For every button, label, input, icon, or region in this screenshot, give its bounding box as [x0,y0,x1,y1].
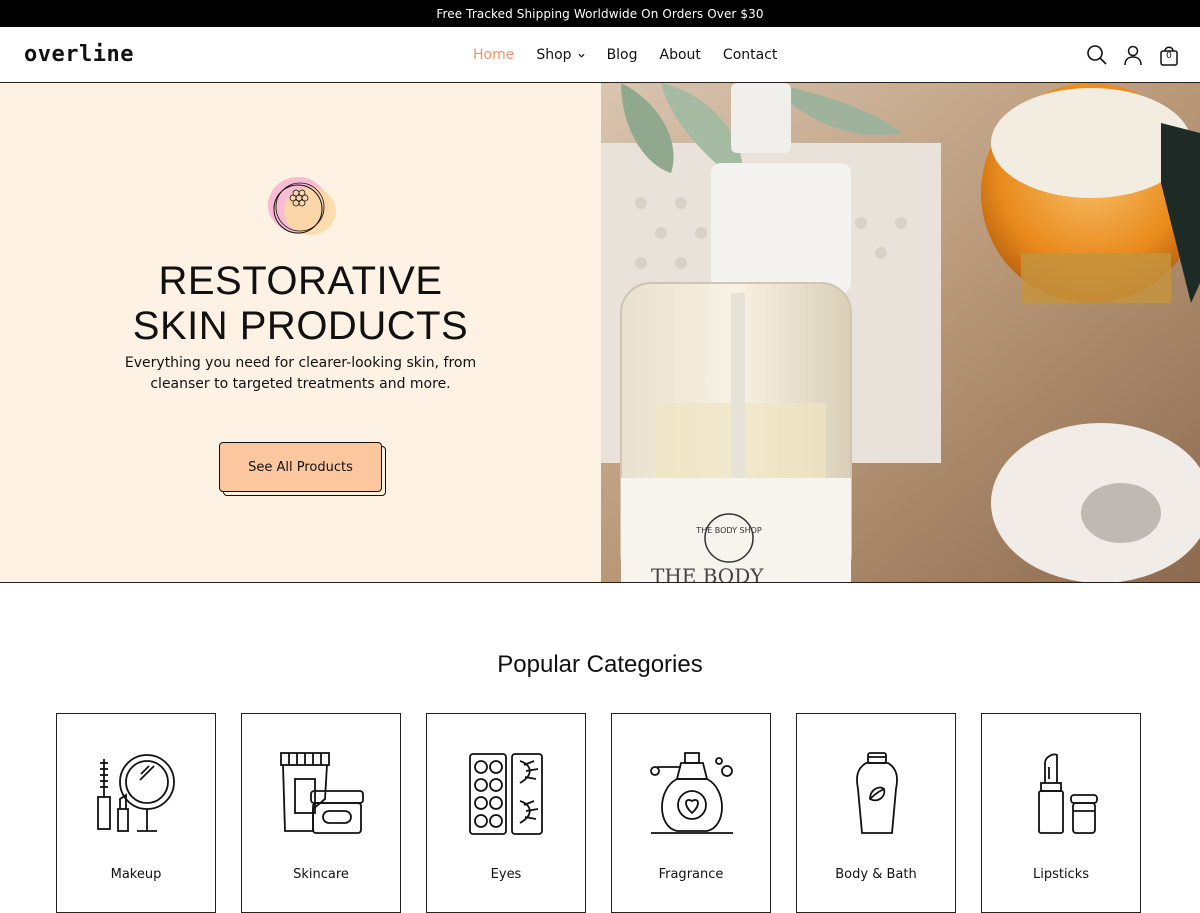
announcement-text: Free Tracked Shipping Worldwide On Order… [436,6,764,21]
brand-badge-logo [264,171,338,245]
eye-palette-lashes-icon [469,753,543,835]
perfume-bottle-icon [650,752,733,834]
category-card-fragrance[interactable]: Fragrance [611,713,771,913]
hero-banner: RESTORATIVE SKIN PRODUCTS Everything you… [0,83,1200,583]
category-card-makeup[interactable]: Makeup [56,713,216,913]
body-lotion-bottle-icon [856,752,898,834]
category-label: Fragrance [658,867,724,882]
category-card-lipsticks[interactable]: Lipsticks [981,713,1141,913]
category-label: Body & Bath [835,867,917,882]
bottle-brand-mark: THE BODY SHOP [695,526,762,535]
hero-text-panel: RESTORATIVE SKIN PRODUCTS Everything you… [0,83,601,582]
cart-count: 0 [1166,51,1172,61]
header-actions: 0 [1086,27,1180,83]
hero-title: RESTORATIVE SKIN PRODUCTS [132,259,469,348]
main-nav: Home Shop Blog About Contact [473,27,799,83]
chevron-down-icon [578,53,585,58]
search-icon[interactable] [1086,44,1108,66]
user-icon[interactable] [1122,44,1144,66]
category-label: Makeup [110,867,162,882]
category-card-eyes[interactable]: Eyes [426,713,586,913]
hero-cta: See All Products [219,442,386,496]
category-card-body-bath[interactable]: Body & Bath [796,713,956,913]
nav-item-home[interactable]: Home [473,47,514,63]
makeup-mirror-icon [97,754,175,832]
category-grid: Makeup Skincare Eyes Fragrance Body & Ba… [56,713,1141,913]
product-photo: THE BODY SHOP THE BODY [601,83,1200,582]
hero-product-image: THE BODY SHOP THE BODY [601,83,1200,582]
lipstick-icon [1038,753,1098,834]
skincare-jars-icon [280,752,364,834]
category-label: Eyes [490,867,522,882]
site-header: overline Home Shop Blog About Contact 0 [0,27,1200,83]
category-label: Skincare [293,867,349,882]
nav-item-blog[interactable]: Blog [607,47,638,63]
hero-subtitle: Everything you need for clearer-looking … [124,355,477,392]
category-card-skincare[interactable]: Skincare [241,713,401,913]
announcement-bar: Free Tracked Shipping Worldwide On Order… [0,0,1200,27]
bottle-label-text: THE BODY [651,564,764,582]
nav-item-shop[interactable]: Shop [536,47,585,63]
nav-item-contact[interactable]: Contact [723,47,777,63]
site-logo[interactable]: overline [24,42,134,67]
section-title-categories: Popular Categories [497,651,703,678]
category-label: Lipsticks [1032,867,1090,882]
nav-item-about[interactable]: About [660,47,701,63]
see-all-products-button[interactable]: See All Products [219,442,382,492]
cart-icon[interactable]: 0 [1158,44,1180,66]
